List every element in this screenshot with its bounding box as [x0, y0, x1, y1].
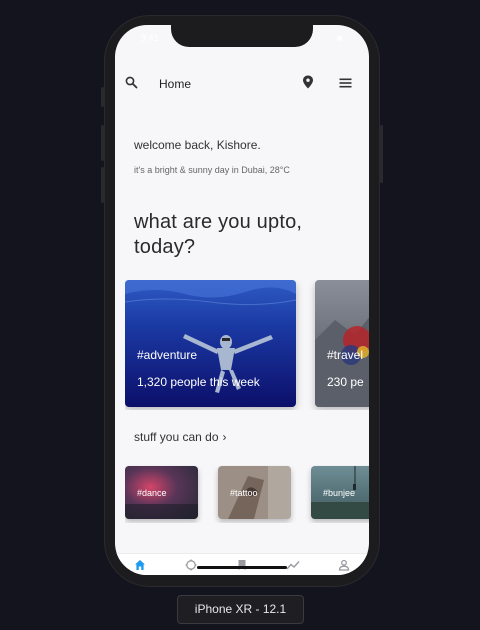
activity-card-bunjee[interactable]: #bunjee: [311, 466, 369, 519]
trending-icon[interactable]: [286, 558, 300, 575]
weather-text: it's a bright & sunny day in Dubai, 28°C: [134, 165, 290, 175]
featured-card-travel[interactable]: #travel 230 pe: [315, 280, 369, 407]
volume-down-button: [101, 167, 104, 203]
app-header: Home: [115, 69, 369, 99]
location-pin-icon[interactable]: [302, 75, 314, 94]
menu-icon[interactable]: [339, 76, 352, 94]
explore-icon[interactable]: [185, 558, 197, 575]
card-tag: #bunjee: [323, 488, 356, 498]
page-title: Home: [159, 77, 192, 91]
featured-card-adventure[interactable]: #adventure 1,320 people this week: [125, 280, 296, 407]
card-tag: #tattoo: [230, 488, 258, 498]
section-title-label: stuff you can do: [134, 430, 219, 444]
activity-carousel[interactable]: #dance #tattoo #bunjee: [125, 465, 369, 523]
activity-card-dance[interactable]: #dance: [125, 466, 198, 519]
chevron-right-icon: ›: [222, 430, 227, 444]
notch: [171, 25, 313, 47]
featured-carousel[interactable]: #adventure 1,320 people this week #trave…: [125, 280, 369, 410]
section-title-link[interactable]: stuff you can do ›: [134, 430, 227, 444]
home-icon[interactable]: [134, 558, 146, 575]
search-icon[interactable]: [125, 76, 138, 94]
activity-card-tattoo[interactable]: #tattoo: [218, 466, 291, 519]
profile-icon[interactable]: [338, 558, 350, 575]
app-screen: 9:41 ■ Home welcome back, Kishore. it's …: [115, 25, 369, 575]
card-tag: #dance: [137, 488, 167, 498]
device-label: iPhone XR - 12.1: [177, 595, 304, 624]
welcome-text: welcome back, Kishore.: [134, 138, 261, 152]
status-time: 9:41: [141, 33, 159, 43]
power-button: [380, 125, 383, 183]
card-tag: #travel: [327, 348, 364, 362]
card-people-count: 230 pe: [327, 375, 364, 389]
volume-up-button: [101, 125, 104, 161]
mute-switch: [101, 87, 104, 107]
status-battery: ■: [337, 33, 343, 43]
tab-bar: [115, 553, 369, 575]
home-indicator: [197, 566, 287, 569]
device-frame: 9:41 ■ Home welcome back, Kishore. it's …: [101, 15, 383, 587]
card-tag: #adventure: [137, 348, 198, 362]
card-people-count: 1,320 people this week: [137, 375, 260, 389]
headline: what are you upto, today?: [134, 211, 303, 258]
